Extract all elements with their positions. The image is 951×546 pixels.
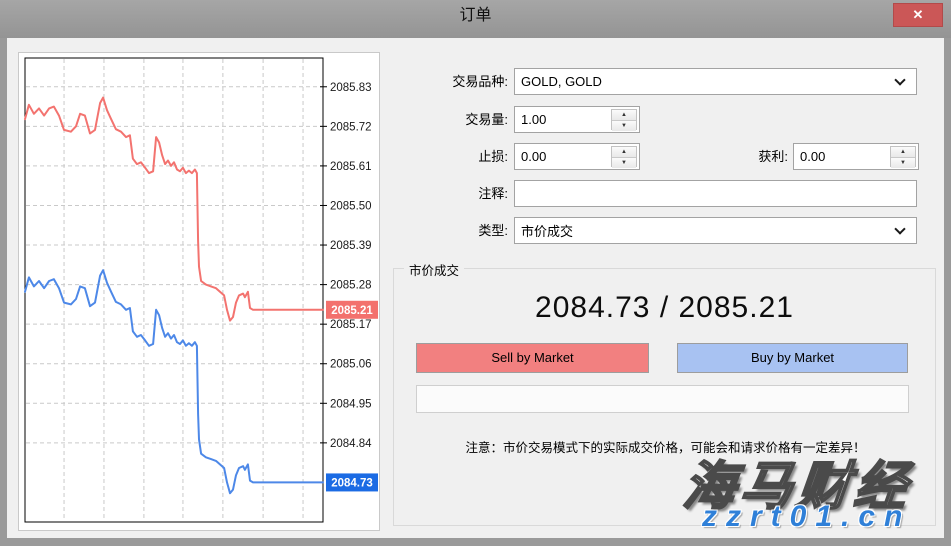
title-bar: 订单 ✕ [0, 0, 951, 38]
order-type-value: 市价成交 [515, 221, 896, 240]
stop-loss-stepper[interactable]: ▲ ▼ [611, 146, 637, 167]
tick-chart-panel: 2085.83 2085.72 2085.61 2085.50 2085.39 2085.… [18, 52, 380, 531]
tick-chart-canvas: 2085.83 2085.72 2085.61 2085.50 2085.39 2085.… [19, 53, 379, 530]
symbol-value: GOLD, GOLD [515, 74, 896, 89]
group-title: 市价成交 [404, 260, 464, 279]
buy-button-label: Buy by Market [751, 350, 834, 365]
sell-by-market-button[interactable]: Sell by Market [416, 343, 649, 373]
spin-up-icon[interactable]: ▲ [891, 147, 915, 158]
take-profit-label: 获利: [667, 143, 788, 170]
market-notice-text: 注意：市价交易模式下的实际成交价格，可能会和请求价格有一定差异！ [402, 437, 929, 456]
symbol-combobox[interactable]: GOLD, GOLD [514, 68, 917, 95]
y-axis-label: 2085.72 [330, 121, 372, 133]
take-profit-field: ▲ ▼ [793, 143, 919, 170]
take-profit-stepper[interactable]: ▲ ▼ [890, 146, 916, 167]
market-execution-group: 市价成交 2084.73 / 2085.21 Sell by Market Bu… [393, 268, 936, 526]
ask-badge-label: 2085.21 [331, 305, 373, 317]
spin-down-icon[interactable]: ▼ [612, 158, 636, 168]
comment-field [514, 180, 917, 207]
y-axis-label: 2085.39 [330, 240, 372, 252]
dialog-content: 2085.83 2085.72 2085.61 2085.50 2085.39 2085.… [7, 38, 944, 538]
spin-up-icon[interactable]: ▲ [612, 110, 636, 121]
y-axis-label: 2084.95 [330, 398, 372, 410]
stop-loss-label: 止损: [387, 143, 508, 170]
volume-label: 交易量: [387, 106, 508, 133]
order-type-combobox[interactable]: 市价成交 [514, 217, 917, 244]
symbol-label: 交易品种: [387, 68, 508, 95]
close-button[interactable]: ✕ [893, 3, 943, 27]
order-dialog: 订单 ✕ 2085.83 2085.72 2085.61 2085.50 2085.39… [0, 0, 951, 546]
y-axis-label: 2085.06 [330, 359, 372, 371]
spin-up-icon[interactable]: ▲ [612, 147, 636, 158]
y-axis-label: 2084.84 [330, 438, 372, 450]
spin-down-icon[interactable]: ▼ [891, 158, 915, 168]
y-axis-label: 2085.28 [330, 280, 372, 292]
bid-ask-quote: 2084.73 / 2085.21 [394, 291, 935, 325]
sell-button-label: Sell by Market [491, 350, 573, 365]
dialog-title: 订单 [0, 0, 951, 32]
chevron-down-icon [894, 223, 905, 234]
close-icon: ✕ [913, 7, 924, 22]
y-axis-label: 2085.17 [330, 319, 372, 331]
comment-label: 注释: [387, 180, 508, 207]
plot-border [25, 58, 323, 522]
y-axis-label: 2085.83 [330, 82, 372, 94]
chevron-down-icon [894, 74, 905, 85]
bid-badge-label: 2084.73 [331, 477, 373, 489]
stop-loss-field: ▲ ▼ [514, 143, 640, 170]
volume-field: ▲ ▼ [514, 106, 640, 133]
spin-down-icon[interactable]: ▼ [612, 121, 636, 131]
execution-progress-bar [416, 385, 909, 413]
y-axis-label: 2085.50 [330, 200, 372, 212]
volume-stepper[interactable]: ▲ ▼ [611, 109, 637, 130]
comment-input[interactable] [515, 181, 916, 206]
y-axis-label: 2085.61 [330, 161, 372, 173]
buy-by-market-button[interactable]: Buy by Market [677, 343, 908, 373]
order-type-label: 类型: [387, 217, 508, 244]
